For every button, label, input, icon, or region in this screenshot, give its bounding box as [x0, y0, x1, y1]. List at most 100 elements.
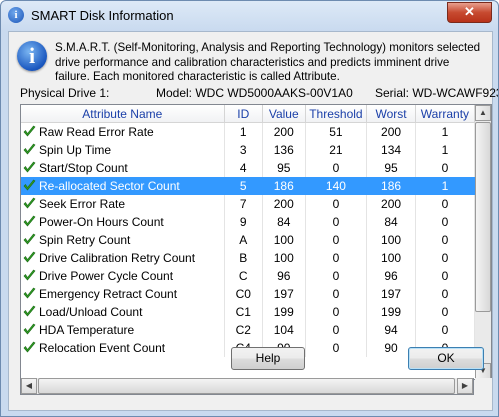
- table-row[interactable]: Emergency Retract Count C0 197 0 197 0: [21, 285, 475, 303]
- attribute-worst-cell: 94: [366, 321, 416, 339]
- attribute-id-cell: 4: [224, 159, 263, 177]
- horizontal-scrollbar[interactable]: ◀ ▶: [20, 378, 474, 395]
- attribute-threshold-cell: 0: [305, 159, 368, 177]
- attribute-id-cell: 9: [224, 213, 263, 231]
- status-ok-check-icon: [23, 125, 36, 137]
- scroll-left-arrow-icon[interactable]: ◀: [21, 378, 37, 394]
- attribute-name: Drive Calibration Retry Count: [39, 251, 196, 265]
- status-ok-check-icon: [23, 251, 36, 263]
- attribute-threshold-cell: 21: [305, 141, 368, 159]
- attribute-warranty-cell: 1: [415, 177, 475, 195]
- attribute-worst-cell: 84: [366, 213, 416, 231]
- table-row[interactable]: Seek Error Rate 7 200 0 200 0: [21, 195, 475, 213]
- attribute-id-cell: C2: [224, 321, 263, 339]
- physical-drive-label: Physical Drive 1:: [20, 86, 110, 100]
- attribute-warranty-cell: 1: [415, 141, 475, 159]
- attribute-warranty-cell: 0: [415, 159, 475, 177]
- vertical-scrollbar[interactable]: ▲ ▼: [475, 104, 492, 380]
- table-row[interactable]: Raw Read Error Rate 1 200 51 200 1: [21, 122, 475, 141]
- table-row[interactable]: Load/Unload Count C1 199 0 199 0: [21, 303, 475, 321]
- attribute-value-cell: 199: [262, 303, 306, 321]
- title-bar[interactable]: i SMART Disk Information ✕: [1, 1, 498, 31]
- status-ok-check-icon: [23, 215, 36, 227]
- smart-dialog-window: i SMART Disk Information ✕ i S.M.A.R.T. …: [0, 0, 499, 417]
- column-header-id[interactable]: ID: [224, 105, 263, 123]
- attribute-id-cell: 5: [224, 177, 263, 195]
- attribute-name-cell: Drive Power Cycle Count: [21, 267, 225, 285]
- attribute-warranty-cell: 0: [415, 267, 475, 285]
- attribute-value-cell: 197: [262, 285, 306, 303]
- attribute-worst-cell: 100: [366, 231, 416, 249]
- attribute-id-cell: C: [224, 267, 263, 285]
- attribute-id-cell: 7: [224, 195, 263, 213]
- attribute-warranty-cell: 0: [415, 321, 475, 339]
- attribute-worst-cell: 96: [366, 267, 416, 285]
- info-title-icon: i: [8, 7, 24, 23]
- attribute-name-cell: Spin Up Time: [21, 141, 225, 159]
- scroll-right-arrow-icon[interactable]: ▶: [457, 378, 473, 394]
- attribute-threshold-cell: 0: [305, 195, 368, 213]
- attribute-name-cell: Seek Error Rate: [21, 195, 225, 213]
- attributes-table[interactable]: Attribute Name ID Value Threshold Worst …: [20, 104, 476, 380]
- attribute-warranty-cell: 0: [415, 285, 475, 303]
- help-button[interactable]: Help: [231, 347, 305, 370]
- smart-description: S.M.A.R.T. (Self-Monitoring, Analysis an…: [55, 41, 481, 83]
- status-ok-check-icon: [23, 269, 36, 281]
- status-ok-check-icon: [23, 197, 36, 209]
- table-row[interactable]: Spin Up Time 3 136 21 134 1: [21, 141, 475, 159]
- attribute-name: HDA Temperature: [39, 323, 135, 337]
- attribute-name: Power-On Hours Count: [39, 215, 164, 229]
- attribute-worst-cell: 134: [366, 141, 416, 159]
- status-ok-check-icon: [23, 179, 36, 191]
- attribute-threshold-cell: 0: [305, 321, 368, 339]
- table-row[interactable]: Power-On Hours Count 9 84 0 84 0: [21, 213, 475, 231]
- attribute-name: Spin Retry Count: [39, 233, 131, 247]
- attribute-id-cell: 3: [224, 141, 263, 159]
- attribute-name-cell: Load/Unload Count: [21, 303, 225, 321]
- attribute-value-cell: 100: [262, 249, 306, 267]
- attribute-value-cell: 96: [262, 267, 306, 285]
- column-header-threshold[interactable]: Threshold: [305, 105, 368, 123]
- table-row[interactable]: Start/Stop Count 4 95 0 95 0: [21, 159, 475, 177]
- attribute-name: Raw Read Error Rate: [39, 125, 154, 139]
- attribute-warranty-cell: 0: [415, 249, 475, 267]
- column-header-value[interactable]: Value: [262, 105, 306, 123]
- table-row[interactable]: Re-allocated Sector Count 5 186 140 186 1: [21, 177, 475, 195]
- attribute-name-cell: Drive Calibration Retry Count: [21, 249, 225, 267]
- attribute-name: Relocation Event Count: [39, 341, 166, 355]
- table-row[interactable]: HDA Temperature C2 104 0 94 0: [21, 321, 475, 339]
- drive-model: Model: WDC WD5000AAKS-00V1A0: [156, 86, 353, 100]
- column-header-attribute-name[interactable]: Attribute Name: [21, 105, 225, 123]
- vertical-scroll-thumb[interactable]: [475, 122, 491, 312]
- table-row[interactable]: Drive Calibration Retry Count B 100 0 100 0: [21, 249, 475, 267]
- close-button[interactable]: ✕: [447, 2, 492, 23]
- horizontal-scroll-thumb[interactable]: [38, 378, 455, 394]
- attribute-warranty-cell: 1: [415, 122, 475, 141]
- table-row[interactable]: Spin Retry Count A 100 0 100 0: [21, 231, 475, 249]
- attribute-value-cell: 95: [262, 159, 306, 177]
- attribute-value-cell: 200: [262, 122, 306, 141]
- attribute-name-cell: Emergency Retract Count: [21, 285, 225, 303]
- attribute-threshold-cell: 0: [305, 231, 368, 249]
- attribute-name-cell: Power-On Hours Count: [21, 213, 225, 231]
- drive-serial: Serial: WD-WCAWF9233285: [375, 86, 498, 100]
- scroll-up-arrow-icon[interactable]: ▲: [475, 105, 491, 121]
- column-header-warranty[interactable]: Warranty: [415, 105, 475, 123]
- scrollbar-corner: [475, 378, 492, 395]
- status-ok-check-icon: [23, 161, 36, 173]
- attribute-warranty-cell: 0: [415, 303, 475, 321]
- attribute-warranty-cell: 0: [415, 231, 475, 249]
- attribute-worst-cell: 200: [366, 195, 416, 213]
- ok-button[interactable]: OK: [408, 347, 484, 370]
- column-header-worst[interactable]: Worst: [366, 105, 416, 123]
- attribute-worst-cell: 197: [366, 285, 416, 303]
- attribute-value-cell: 136: [262, 141, 306, 159]
- attribute-worst-cell: 186: [366, 177, 416, 195]
- attribute-name: Load/Unload Count: [39, 305, 143, 319]
- table-row[interactable]: Drive Power Cycle Count C 96 0 96 0: [21, 267, 475, 285]
- attribute-name: Emergency Retract Count: [39, 287, 178, 301]
- attribute-threshold-cell: 0: [305, 249, 368, 267]
- attribute-name: Drive Power Cycle Count: [39, 269, 174, 283]
- attribute-name-cell: Relocation Event Count: [21, 339, 225, 357]
- status-ok-check-icon: [23, 323, 36, 335]
